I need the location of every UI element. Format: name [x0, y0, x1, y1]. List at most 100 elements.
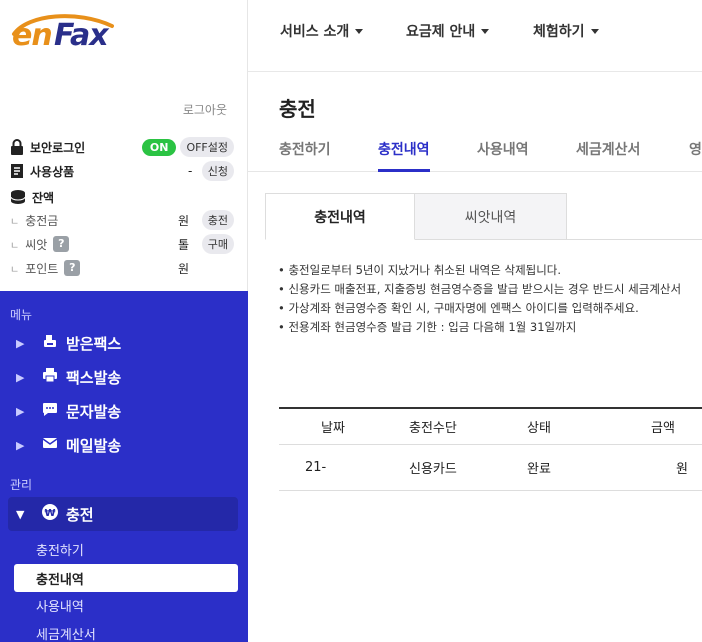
chevron-right-icon: ▶ — [16, 438, 25, 452]
won-coin-icon: ₩ — [40, 503, 60, 525]
subtab-bar: 충전내역 씨앗내역 — [265, 193, 702, 240]
charge-row: ㄴ 충전금 원 충전 — [10, 209, 234, 231]
top-nav: 서비스 소개 요금제 안내 체험하기 — [248, 0, 702, 72]
menu-item-charge[interactable]: ▼ ₩ 충전 — [8, 497, 238, 531]
seed-label: 씨앗 — [25, 237, 48, 252]
submenu-usage-history[interactable]: 사용내역 — [14, 591, 238, 619]
menu-item-label: 메일발송 — [66, 436, 122, 455]
cell-status: 완료 — [527, 462, 551, 477]
nav-label: 서비스 소개 — [280, 24, 350, 40]
submenu-charge-history[interactable]: 충전내역 — [14, 564, 238, 592]
enfax-logo[interactable]: en Fax — [8, 8, 138, 56]
secure-login-on-toggle[interactable]: ON — [141, 138, 177, 156]
tab-more[interactable]: 영 — [689, 139, 702, 172]
tab-bar: 충전하기 충전내역 사용내역 세금계산서 영 — [248, 139, 702, 172]
tree-branch-icon: ㄴ — [10, 264, 20, 276]
notice-item: 전용계좌 현금영수증 발급 기한 : 입금 다음해 1월 31일까지 — [278, 318, 681, 337]
point-label: 포인트 — [25, 261, 59, 276]
col-date: 날짜 — [321, 421, 345, 436]
product-label: 사용상품 — [30, 164, 75, 179]
cell-method: 신용카드 — [409, 462, 457, 477]
svg-text:₩: ₩ — [44, 508, 55, 519]
menu-item-sms-send[interactable]: ▶ 문자발송 — [0, 396, 248, 426]
menu-item-fax-send[interactable]: ▶ 팩스발송 — [0, 362, 248, 392]
notice-item: 가상계좌 현금영수증 확인 시, 구매자명에 엔팩스 아이디를 입력해주세요. — [278, 299, 681, 318]
product-value: - — [188, 164, 193, 178]
point-help-icon[interactable]: ? — [64, 260, 81, 276]
app-root: en Fax 로그아웃 보안로그인 ON OFF설정 사용상품 - 신청 잔액 … — [0, 0, 702, 642]
side-menu: 메뉴 ▶ 받은팩스 ▶ 팩스발송 ▶ 문자발송 ▶ 메일발송 관리 ▼ ₩ 충전… — [0, 291, 248, 642]
menu-item-label: 팩스발송 — [66, 368, 122, 387]
tree-branch-icon: ㄴ — [10, 216, 20, 228]
menu-item-fax-inbox[interactable]: ▶ 받은팩스 — [0, 328, 248, 358]
main-content: 충전 충전하기 충전내역 사용내역 세금계산서 영 충전내역 씨앗내역 충전일로… — [248, 73, 702, 642]
mail-icon — [40, 435, 60, 455]
notice-list: 충전일로부터 5년이 지났거나 취소된 내역은 삭제됩니다. 신용카드 매출전표… — [278, 261, 681, 337]
submenu-tax-invoice[interactable]: 세금계산서 — [14, 619, 238, 642]
subtab-seed-history[interactable]: 씨앗내역 — [415, 193, 567, 240]
charge-history-table: 날짜 충전수단 상태 금액 21- 신용카드 완료 원 — [279, 407, 702, 491]
charge-button[interactable]: 충전 — [201, 210, 234, 230]
secure-login-row: 보안로그인 ON OFF설정 — [10, 136, 234, 158]
menu-item-mail-send[interactable]: ▶ 메일발송 — [0, 430, 248, 460]
point-value: 원 — [178, 261, 190, 276]
nav-label: 체험하기 — [533, 24, 585, 40]
menu-item-label: 문자발송 — [66, 402, 122, 421]
product-row: 사용상품 - 신청 — [10, 160, 234, 182]
col-amount: 금액 — [651, 421, 675, 436]
caret-down-icon — [355, 28, 364, 34]
charge-value: 원 — [178, 213, 190, 228]
setting-label: 설정 — [207, 141, 228, 154]
notice-item: 충전일로부터 5년이 지났거나 취소된 내역은 삭제됩니다. — [278, 261, 681, 280]
fax-inbox-icon — [40, 333, 60, 353]
tab-charge-history[interactable]: 충전내역 — [378, 139, 430, 172]
menu-item-label: 충전 — [66, 505, 94, 524]
balance-label: 잔액 — [32, 190, 55, 205]
seed-help-icon[interactable]: ? — [53, 236, 70, 252]
tree-branch-icon: ㄴ — [10, 240, 20, 252]
seed-value: 톨 — [178, 237, 190, 252]
balance-row: 잔액 — [10, 186, 234, 208]
chevron-right-icon: ▶ — [16, 336, 25, 350]
menu-item-label: 받은팩스 — [66, 334, 122, 353]
chevron-right-icon: ▶ — [16, 404, 25, 418]
tab-charge[interactable]: 충전하기 — [279, 139, 331, 172]
chevron-down-icon: ▼ — [16, 507, 25, 521]
tab-usage-history[interactable]: 사용내역 — [477, 139, 529, 172]
tab-tax-invoice[interactable]: 세금계산서 — [576, 139, 640, 172]
notice-item: 신용카드 매출전표, 지출증빙 현금영수증을 발급 받으시는 경우 반드시 세금… — [278, 280, 681, 299]
submenu-charge[interactable]: 충전하기 — [14, 535, 238, 563]
product-apply-button[interactable]: 신청 — [201, 161, 234, 181]
chat-icon — [40, 401, 60, 421]
seed-buy-button[interactable]: 구매 — [201, 234, 234, 254]
lock-icon — [11, 139, 23, 155]
logo-text-fax: Fax — [54, 18, 109, 53]
nav-service-intro[interactable]: 서비스 소개 — [280, 21, 364, 41]
secure-login-off-setting[interactable]: OFF설정 — [180, 137, 234, 157]
table-header: 날짜 충전수단 상태 금액 — [279, 407, 702, 445]
caret-down-icon — [481, 28, 490, 34]
logo-text-en: en — [12, 18, 53, 53]
menu-caption: 메뉴 — [10, 308, 33, 322]
page-title: 충전 — [279, 97, 316, 121]
col-method: 충전수단 — [409, 421, 457, 436]
seed-row: ㄴ 씨앗? 톨 구매 — [10, 233, 234, 255]
printer-icon — [40, 367, 60, 387]
cell-date: 21- — [305, 460, 327, 475]
logout-link[interactable]: 로그아웃 — [183, 101, 227, 118]
subtab-charge-history[interactable]: 충전내역 — [265, 193, 415, 240]
nav-trial[interactable]: 체험하기 — [533, 21, 599, 41]
charge-label: 충전금 — [25, 213, 59, 228]
off-label: OFF — [186, 141, 208, 154]
col-status: 상태 — [527, 421, 551, 436]
coins-stack-icon — [10, 190, 26, 204]
receipt-icon — [11, 164, 23, 178]
table-row[interactable]: 21- 신용카드 완료 원 — [279, 445, 702, 491]
sidebar: en Fax 로그아웃 보안로그인 ON OFF설정 사용상품 - 신청 잔액 … — [0, 0, 248, 642]
cell-amount: 원 — [676, 462, 688, 477]
caret-down-icon — [590, 28, 599, 34]
nav-label: 요금제 안내 — [406, 24, 476, 40]
nav-pricing[interactable]: 요금제 안내 — [406, 21, 490, 41]
point-row: ㄴ 포인트? 원 — [10, 257, 234, 279]
manage-caption: 관리 — [10, 478, 33, 492]
